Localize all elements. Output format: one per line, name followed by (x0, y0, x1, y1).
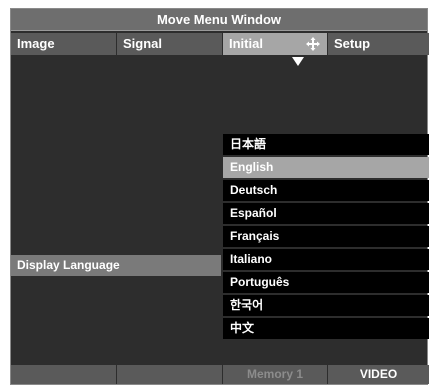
move-arrows-icon (306, 37, 320, 51)
language-option-korean[interactable]: 한국어 (223, 295, 429, 316)
window-title: Move Menu Window (11, 9, 427, 31)
language-option-japanese[interactable]: 日本語 (223, 134, 429, 155)
language-option-german[interactable]: Deutsch (223, 180, 429, 201)
status-cell-empty-1 (11, 365, 116, 384)
language-option-french[interactable]: Français (223, 226, 429, 247)
status-cell-empty-2 (117, 365, 222, 384)
input-source-indicator: VIDEO (328, 365, 429, 384)
status-bar: Memory 1 VIDEO (11, 365, 429, 384)
triangle-down-icon (292, 57, 304, 66)
osd-menu-window: Move Menu Window Image Signal Initial Se… (10, 8, 429, 385)
tab-initial[interactable]: Initial (223, 33, 327, 55)
language-option-italian[interactable]: Italiano (223, 249, 429, 270)
language-option-spanish[interactable]: Español (223, 203, 429, 224)
tab-initial-label: Initial (229, 36, 263, 51)
tab-image[interactable]: Image (11, 33, 116, 55)
language-option-chinese[interactable]: 中文 (223, 318, 429, 339)
language-option-english[interactable]: English (223, 157, 429, 178)
tab-signal[interactable]: Signal (117, 33, 222, 55)
language-option-portuguese[interactable]: Português (223, 272, 429, 293)
menu-tabs: Image Signal Initial Setup (11, 33, 429, 55)
memory-indicator: Memory 1 (223, 365, 327, 384)
language-options: 日本語 English Deutsch Español Français Ita… (223, 134, 429, 341)
display-language-label[interactable]: Display Language (11, 255, 221, 276)
tab-setup[interactable]: Setup (328, 33, 429, 55)
